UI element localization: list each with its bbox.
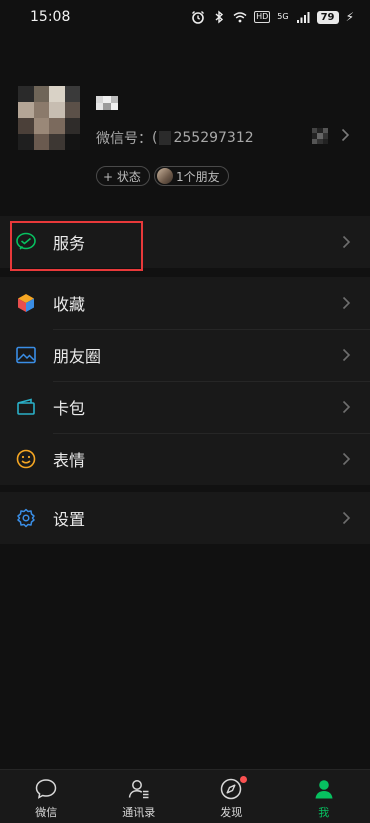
- chevron-right-icon: [342, 348, 351, 362]
- signal-icon: [296, 10, 310, 24]
- charging-icon: ⚡: [346, 10, 354, 24]
- menu-item-settings[interactable]: 设置: [0, 492, 370, 544]
- settings-group: 设置: [0, 492, 370, 544]
- chevron-right-icon: [342, 296, 351, 310]
- add-status-button[interactable]: + 状态: [96, 166, 150, 186]
- menu-label-services: 服务: [53, 230, 85, 254]
- menu-item-services[interactable]: 服务: [0, 216, 370, 268]
- services-group: 服务: [0, 216, 370, 268]
- person-icon: [312, 777, 336, 801]
- wechat-id-value: 255297312: [173, 130, 253, 146]
- gear-icon: [15, 507, 37, 529]
- menu-item-favorites[interactable]: 收藏: [0, 277, 370, 329]
- friends-status-label: 1个朋友: [176, 168, 220, 185]
- chevron-right-icon[interactable]: [341, 128, 350, 142]
- tab-label-contacts: 通讯录: [122, 804, 155, 820]
- menu-item-stickers[interactable]: 表情: [0, 433, 370, 485]
- avatar[interactable]: [18, 86, 80, 150]
- alarm-icon: [191, 10, 205, 24]
- bluetooth-icon: [212, 10, 226, 24]
- picture-icon: [15, 344, 37, 366]
- battery-level: 79: [317, 11, 339, 24]
- wechat-id-label: 微信号：: [96, 128, 152, 148]
- menu-label-stickers: 表情: [53, 447, 85, 471]
- tab-me[interactable]: 我: [278, 770, 370, 823]
- hd-badge: HD: [254, 11, 270, 23]
- tab-contacts[interactable]: 通讯录: [93, 770, 186, 823]
- menu-label-cards: 卡包: [53, 395, 85, 419]
- menu-label-settings: 设置: [53, 506, 85, 530]
- tab-label-chats: 微信: [35, 804, 57, 820]
- status-icons: HD 5G 79 ⚡: [191, 10, 354, 24]
- friends-status-button[interactable]: 1个朋友: [154, 166, 229, 186]
- chevron-right-icon: [342, 452, 351, 466]
- qr-code-icon[interactable]: [312, 128, 328, 144]
- wallet-icon: [15, 396, 37, 418]
- cube-icon: [15, 292, 37, 314]
- wechat-id: 微信号： ( 255297312: [96, 128, 254, 148]
- contacts-icon: [127, 777, 151, 801]
- chevron-right-icon: [342, 400, 351, 414]
- chevron-right-icon: [342, 511, 351, 525]
- status-time: 15:08: [30, 9, 70, 25]
- friend-avatar: [157, 168, 173, 184]
- wechat-id-redaction: [159, 131, 171, 145]
- bottom-tab-bar: 微信 通讯录 发现 我: [0, 769, 370, 823]
- profile-name-redacted: [96, 96, 118, 110]
- tab-discover[interactable]: 发现: [185, 770, 278, 823]
- menu-item-cards[interactable]: 卡包: [0, 381, 370, 433]
- smiley-icon: [15, 448, 37, 470]
- tab-label-me: 我: [318, 804, 329, 820]
- chat-bubble-icon: [34, 777, 58, 801]
- menu-item-moments[interactable]: 朋友圈: [0, 329, 370, 381]
- add-status-label: + 状态: [103, 168, 141, 185]
- tab-label-discover: 发现: [220, 804, 242, 820]
- menu-label-moments: 朋友圈: [53, 343, 101, 367]
- signal-5g-badge: 5G: [277, 13, 288, 21]
- tab-chats[interactable]: 微信: [0, 770, 93, 823]
- wechat-id-prefix: (: [152, 130, 157, 146]
- features-group: 收藏 朋友圈 卡包 表情: [0, 277, 370, 485]
- profile-header[interactable]: 微信号： ( 255297312 + 状态 1个朋友: [0, 70, 370, 195]
- wechat-pay-icon: [15, 231, 37, 253]
- wifi-icon: [233, 10, 247, 24]
- notification-dot: [240, 776, 247, 783]
- chevron-right-icon: [342, 235, 351, 249]
- menu-label-favorites: 收藏: [53, 291, 85, 315]
- status-bar: 15:08 HD 5G 79 ⚡: [0, 0, 370, 34]
